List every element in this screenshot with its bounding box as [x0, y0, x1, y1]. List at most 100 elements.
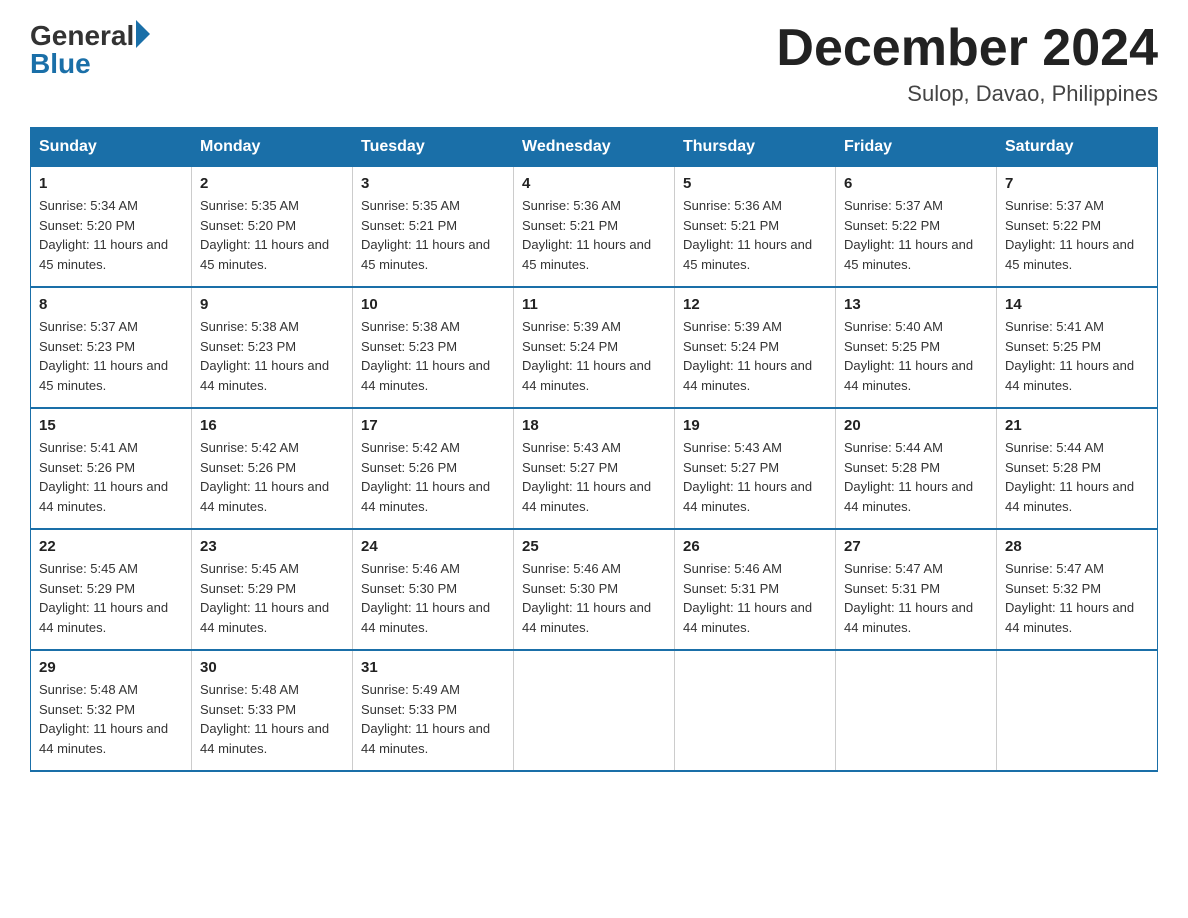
day-number: 14: [1005, 296, 1149, 313]
day-detail: Sunrise: 5:37 AMSunset: 5:23 PMDaylight:…: [39, 317, 183, 395]
day-detail: Sunrise: 5:41 AMSunset: 5:26 PMDaylight:…: [39, 438, 183, 516]
day-detail: Sunrise: 5:47 AMSunset: 5:31 PMDaylight:…: [844, 559, 988, 637]
day-number: 27: [844, 538, 988, 555]
calendar-table: SundayMondayTuesdayWednesdayThursdayFrid…: [30, 127, 1158, 772]
calendar-cell: 9 Sunrise: 5:38 AMSunset: 5:23 PMDayligh…: [192, 287, 353, 408]
calendar-week-row: 1 Sunrise: 5:34 AMSunset: 5:20 PMDayligh…: [31, 167, 1158, 288]
day-number: 2: [200, 175, 344, 192]
calendar-cell: 5 Sunrise: 5:36 AMSunset: 5:21 PMDayligh…: [675, 167, 836, 288]
day-number: 13: [844, 296, 988, 313]
calendar-cell: [514, 650, 675, 771]
calendar-cell: 4 Sunrise: 5:36 AMSunset: 5:21 PMDayligh…: [514, 167, 675, 288]
day-detail: Sunrise: 5:46 AMSunset: 5:30 PMDaylight:…: [522, 559, 666, 637]
logo: General Blue: [30, 20, 150, 80]
day-detail: Sunrise: 5:41 AMSunset: 5:25 PMDaylight:…: [1005, 317, 1149, 395]
day-detail: Sunrise: 5:46 AMSunset: 5:30 PMDaylight:…: [361, 559, 505, 637]
day-detail: Sunrise: 5:40 AMSunset: 5:25 PMDaylight:…: [844, 317, 988, 395]
day-detail: Sunrise: 5:43 AMSunset: 5:27 PMDaylight:…: [522, 438, 666, 516]
calendar-week-row: 22 Sunrise: 5:45 AMSunset: 5:29 PMDaylig…: [31, 529, 1158, 650]
day-number: 5: [683, 175, 827, 192]
calendar-day-header: Thursday: [675, 128, 836, 167]
title-block: December 2024 Sulop, Davao, Philippines: [776, 20, 1158, 107]
calendar-cell: 14 Sunrise: 5:41 AMSunset: 5:25 PMDaylig…: [997, 287, 1158, 408]
day-detail: Sunrise: 5:35 AMSunset: 5:21 PMDaylight:…: [361, 196, 505, 274]
day-number: 31: [361, 659, 505, 676]
calendar-cell: 31 Sunrise: 5:49 AMSunset: 5:33 PMDaylig…: [353, 650, 514, 771]
calendar-cell: 6 Sunrise: 5:37 AMSunset: 5:22 PMDayligh…: [836, 167, 997, 288]
day-number: 7: [1005, 175, 1149, 192]
day-number: 12: [683, 296, 827, 313]
calendar-cell: [836, 650, 997, 771]
calendar-week-row: 8 Sunrise: 5:37 AMSunset: 5:23 PMDayligh…: [31, 287, 1158, 408]
day-detail: Sunrise: 5:42 AMSunset: 5:26 PMDaylight:…: [361, 438, 505, 516]
page-header: General Blue December 2024 Sulop, Davao,…: [30, 20, 1158, 107]
calendar-cell: 21 Sunrise: 5:44 AMSunset: 5:28 PMDaylig…: [997, 408, 1158, 529]
calendar-header-row: SundayMondayTuesdayWednesdayThursdayFrid…: [31, 128, 1158, 167]
calendar-cell: 1 Sunrise: 5:34 AMSunset: 5:20 PMDayligh…: [31, 167, 192, 288]
day-detail: Sunrise: 5:46 AMSunset: 5:31 PMDaylight:…: [683, 559, 827, 637]
calendar-cell: 19 Sunrise: 5:43 AMSunset: 5:27 PMDaylig…: [675, 408, 836, 529]
day-number: 18: [522, 417, 666, 434]
day-number: 3: [361, 175, 505, 192]
day-number: 26: [683, 538, 827, 555]
day-detail: Sunrise: 5:48 AMSunset: 5:32 PMDaylight:…: [39, 680, 183, 758]
day-detail: Sunrise: 5:38 AMSunset: 5:23 PMDaylight:…: [200, 317, 344, 395]
calendar-cell: 18 Sunrise: 5:43 AMSunset: 5:27 PMDaylig…: [514, 408, 675, 529]
day-number: 23: [200, 538, 344, 555]
day-detail: Sunrise: 5:37 AMSunset: 5:22 PMDaylight:…: [844, 196, 988, 274]
calendar-cell: 16 Sunrise: 5:42 AMSunset: 5:26 PMDaylig…: [192, 408, 353, 529]
day-number: 9: [200, 296, 344, 313]
day-detail: Sunrise: 5:47 AMSunset: 5:32 PMDaylight:…: [1005, 559, 1149, 637]
day-detail: Sunrise: 5:39 AMSunset: 5:24 PMDaylight:…: [683, 317, 827, 395]
calendar-cell: 29 Sunrise: 5:48 AMSunset: 5:32 PMDaylig…: [31, 650, 192, 771]
day-detail: Sunrise: 5:44 AMSunset: 5:28 PMDaylight:…: [844, 438, 988, 516]
calendar-cell: 30 Sunrise: 5:48 AMSunset: 5:33 PMDaylig…: [192, 650, 353, 771]
calendar-day-header: Monday: [192, 128, 353, 167]
day-detail: Sunrise: 5:42 AMSunset: 5:26 PMDaylight:…: [200, 438, 344, 516]
calendar-cell: 8 Sunrise: 5:37 AMSunset: 5:23 PMDayligh…: [31, 287, 192, 408]
calendar-cell: 15 Sunrise: 5:41 AMSunset: 5:26 PMDaylig…: [31, 408, 192, 529]
calendar-cell: 25 Sunrise: 5:46 AMSunset: 5:30 PMDaylig…: [514, 529, 675, 650]
day-number: 29: [39, 659, 183, 676]
day-number: 25: [522, 538, 666, 555]
calendar-cell: 24 Sunrise: 5:46 AMSunset: 5:30 PMDaylig…: [353, 529, 514, 650]
calendar-cell: [675, 650, 836, 771]
day-detail: Sunrise: 5:36 AMSunset: 5:21 PMDaylight:…: [683, 196, 827, 274]
day-number: 30: [200, 659, 344, 676]
day-number: 17: [361, 417, 505, 434]
day-number: 16: [200, 417, 344, 434]
day-number: 10: [361, 296, 505, 313]
day-number: 6: [844, 175, 988, 192]
main-title: December 2024: [776, 20, 1158, 77]
subtitle: Sulop, Davao, Philippines: [776, 81, 1158, 107]
calendar-week-row: 29 Sunrise: 5:48 AMSunset: 5:32 PMDaylig…: [31, 650, 1158, 771]
day-number: 21: [1005, 417, 1149, 434]
calendar-day-header: Friday: [836, 128, 997, 167]
day-detail: Sunrise: 5:48 AMSunset: 5:33 PMDaylight:…: [200, 680, 344, 758]
day-number: 28: [1005, 538, 1149, 555]
calendar-cell: 22 Sunrise: 5:45 AMSunset: 5:29 PMDaylig…: [31, 529, 192, 650]
day-number: 19: [683, 417, 827, 434]
day-number: 8: [39, 296, 183, 313]
calendar-cell: 12 Sunrise: 5:39 AMSunset: 5:24 PMDaylig…: [675, 287, 836, 408]
day-number: 15: [39, 417, 183, 434]
calendar-cell: 27 Sunrise: 5:47 AMSunset: 5:31 PMDaylig…: [836, 529, 997, 650]
calendar-cell: [997, 650, 1158, 771]
calendar-cell: 10 Sunrise: 5:38 AMSunset: 5:23 PMDaylig…: [353, 287, 514, 408]
logo-triangle-icon: [136, 20, 150, 48]
day-number: 4: [522, 175, 666, 192]
day-number: 11: [522, 296, 666, 313]
calendar-cell: 11 Sunrise: 5:39 AMSunset: 5:24 PMDaylig…: [514, 287, 675, 408]
day-detail: Sunrise: 5:38 AMSunset: 5:23 PMDaylight:…: [361, 317, 505, 395]
calendar-day-header: Saturday: [997, 128, 1158, 167]
calendar-week-row: 15 Sunrise: 5:41 AMSunset: 5:26 PMDaylig…: [31, 408, 1158, 529]
logo-blue-text: Blue: [30, 48, 91, 80]
day-detail: Sunrise: 5:37 AMSunset: 5:22 PMDaylight:…: [1005, 196, 1149, 274]
day-number: 22: [39, 538, 183, 555]
calendar-cell: 17 Sunrise: 5:42 AMSunset: 5:26 PMDaylig…: [353, 408, 514, 529]
calendar-cell: 20 Sunrise: 5:44 AMSunset: 5:28 PMDaylig…: [836, 408, 997, 529]
calendar-cell: 28 Sunrise: 5:47 AMSunset: 5:32 PMDaylig…: [997, 529, 1158, 650]
day-detail: Sunrise: 5:34 AMSunset: 5:20 PMDaylight:…: [39, 196, 183, 274]
calendar-day-header: Sunday: [31, 128, 192, 167]
calendar-cell: 2 Sunrise: 5:35 AMSunset: 5:20 PMDayligh…: [192, 167, 353, 288]
